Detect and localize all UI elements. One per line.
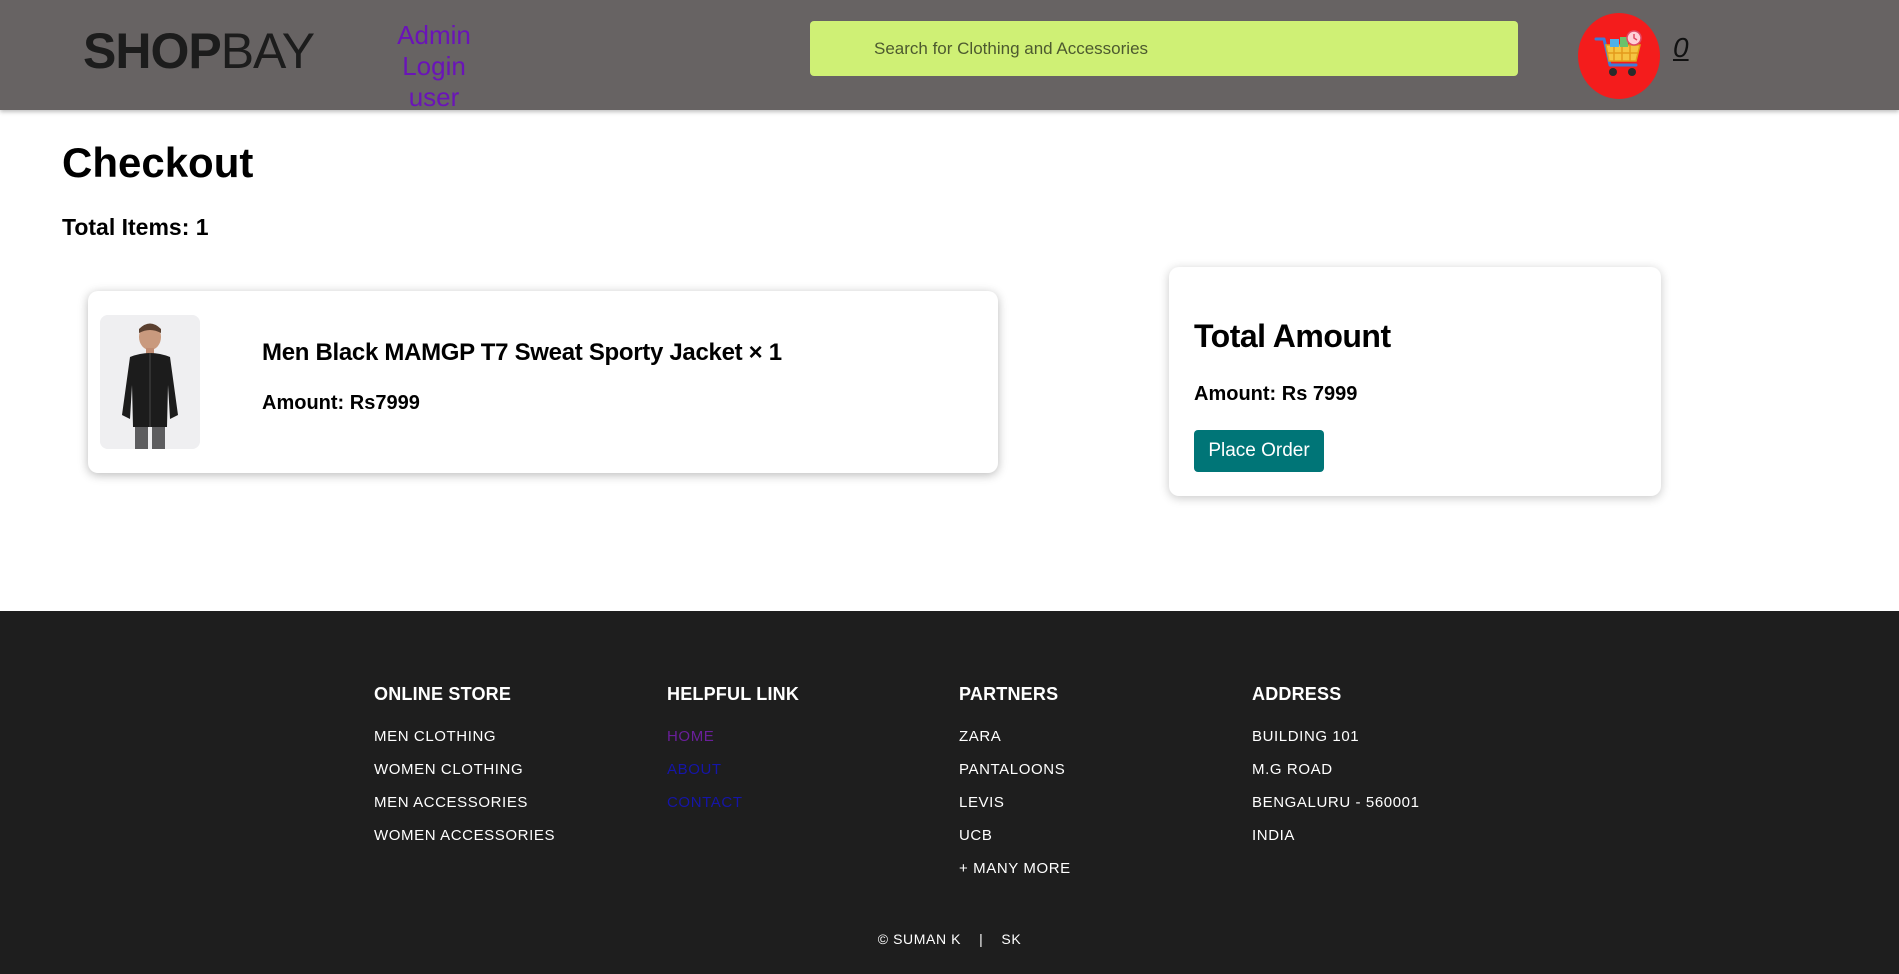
product-amount: Amount: Rs7999 (262, 392, 420, 414)
admin-link[interactable]: Admin (378, 20, 490, 51)
total-items: Total Items: 1 (62, 214, 209, 240)
footer-link-women-accessories[interactable]: WOMEN ACCESSORIES (374, 819, 555, 852)
footer-link-contact[interactable]: CONTACT (667, 786, 799, 819)
footer-link-about[interactable]: ABOUT (667, 753, 799, 786)
footer-column-online-store: ONLINE STORE MEN CLOTHING WOMEN CLOTHING… (374, 684, 555, 852)
header: SHOPBAY Admin Login user 0 (0, 0, 1899, 113)
login-user-link[interactable]: Login user (378, 51, 490, 113)
footer-heading: ADDRESS (1252, 684, 1342, 704)
copyright: © SUMAN K | SK (0, 931, 1899, 947)
footer-link-men-clothing[interactable]: MEN CLOTHING (374, 720, 555, 753)
footer-address-line: INDIA (1252, 827, 1296, 844)
page-title: Checkout (62, 139, 254, 186)
place-order-button[interactable]: Place Order (1194, 430, 1324, 472)
product-name: Men Black MAMGP T7 Sweat Sporty Jacket ×… (262, 339, 782, 366)
footer-partner-item: UCB (959, 827, 993, 844)
footer: ONLINE STORE MEN CLOTHING WOMEN CLOTHING… (0, 611, 1899, 974)
logo-light-text: BAY (220, 23, 315, 79)
search-input[interactable] (810, 21, 1518, 76)
footer-heading: HELPFUL LINK (667, 684, 800, 704)
order-summary-card: Total Amount Amount: Rs 7999 Place Order (1169, 267, 1661, 496)
footer-partner-item: LEVIS (959, 794, 1005, 811)
footer-address-line: M.G ROAD (1252, 761, 1333, 778)
jacket-model-graphic (100, 315, 200, 449)
copyright-initials: SK (1001, 931, 1022, 947)
cart-graphic (1594, 30, 1642, 76)
copyright-separator: | (979, 931, 984, 947)
footer-partner-item: ZARA (959, 728, 1002, 745)
footer-column-helpful-link: HELPFUL LINK HOME ABOUT CONTACT (667, 684, 799, 819)
footer-partner-item: + MANY MORE (959, 860, 1071, 877)
footer-column-partners: PARTNERS ZARA PANTALOONS LEVIS UCB + MAN… (959, 684, 1071, 885)
shopbay-logo[interactable]: SHOPBAY (83, 22, 315, 80)
admin-links: Admin Login user (378, 20, 490, 113)
shopping-cart-icon[interactable] (1578, 13, 1660, 99)
total-amount-title: Total Amount (1194, 318, 1391, 354)
cart-item-card: Men Black MAMGP T7 Sweat Sporty Jacket ×… (88, 291, 998, 473)
footer-address-line: BUILDING 101 (1252, 728, 1360, 745)
copyright-text: © SUMAN K (877, 931, 962, 947)
footer-heading: PARTNERS (959, 684, 1059, 704)
cart-count[interactable]: 0 (1673, 32, 1689, 64)
footer-link-women-clothing[interactable]: WOMEN CLOTHING (374, 753, 555, 786)
footer-link-men-accessories[interactable]: MEN ACCESSORIES (374, 786, 555, 819)
footer-heading: ONLINE STORE (374, 684, 512, 704)
footer-link-home[interactable]: HOME (667, 720, 799, 753)
product-image (100, 315, 200, 449)
total-amount-value: Amount: Rs 7999 (1194, 383, 1358, 405)
logo-bold-text: SHOP (83, 23, 222, 79)
footer-address-line: BENGALURU - 560001 (1252, 794, 1420, 811)
footer-column-address: ADDRESS BUILDING 101 M.G ROAD BENGALURU … (1252, 684, 1420, 852)
footer-partner-item: PANTALOONS (959, 761, 1066, 778)
